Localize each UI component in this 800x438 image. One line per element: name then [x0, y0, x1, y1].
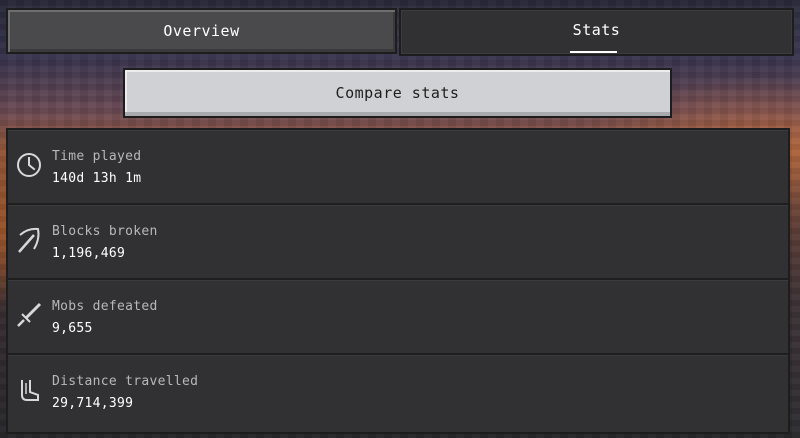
stat-label: Distance travelled — [52, 374, 199, 389]
sword-icon — [14, 300, 44, 330]
stat-row-time-played: Time played 140d 13h 1m — [8, 130, 788, 205]
compare-stats-label: Compare stats — [335, 84, 460, 102]
tab-stats-label: Stats — [572, 21, 621, 39]
stat-row-blocks-broken: Blocks broken 1,196,469 — [8, 205, 788, 280]
stat-value: 29,714,399 — [52, 396, 134, 411]
stats-panel: Time played 140d 13h 1m Blocks broken 1,… — [6, 128, 790, 434]
active-tab-underline — [570, 51, 617, 53]
stat-value: 9,655 — [52, 321, 93, 336]
tab-overview[interactable]: Overview — [6, 8, 397, 54]
boots-icon — [14, 375, 44, 405]
stat-value: 1,196,469 — [52, 246, 126, 261]
stat-row-mobs-defeated: Mobs defeated 9,655 — [8, 280, 788, 355]
stat-label: Mobs defeated — [52, 299, 158, 314]
compare-stats-button[interactable]: Compare stats — [123, 68, 672, 118]
tab-stats[interactable]: Stats — [399, 8, 794, 56]
stat-label: Blocks broken — [52, 224, 158, 239]
stat-value: 140d 13h 1m — [52, 171, 142, 186]
stat-label: Time played — [52, 149, 142, 164]
tab-overview-label: Overview — [163, 22, 240, 40]
pickaxe-icon — [14, 225, 44, 255]
stat-row-distance-travelled: Distance travelled 29,714,399 — [8, 355, 788, 430]
clock-icon — [14, 150, 44, 180]
